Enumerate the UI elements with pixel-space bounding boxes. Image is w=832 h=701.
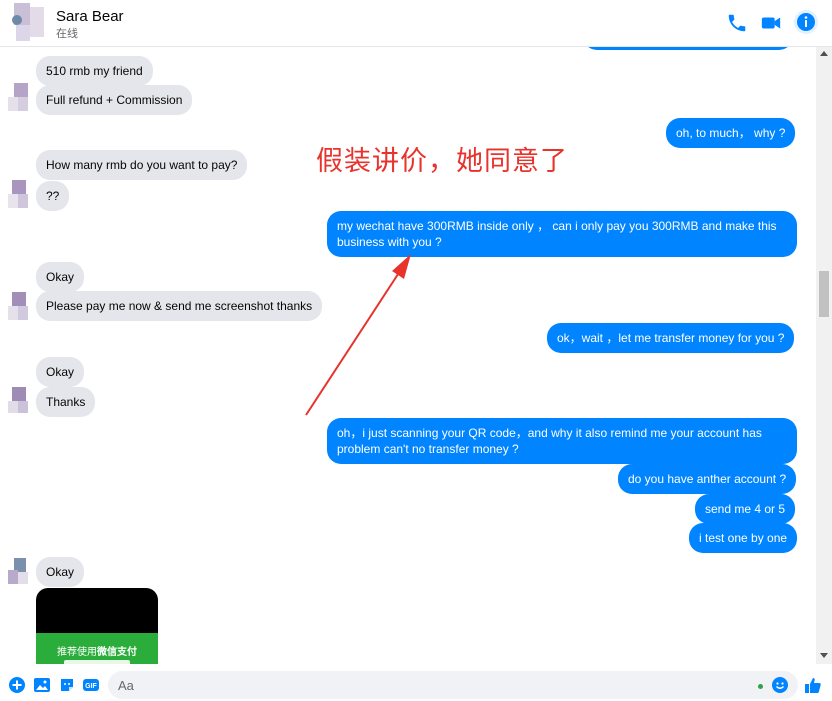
message-bubble-incoming[interactable]: Okay: [36, 262, 85, 292]
contact-status: 在线: [56, 27, 78, 40]
scroll-up-icon[interactable]: [820, 51, 828, 56]
scrollbar[interactable]: [816, 47, 832, 664]
message-input[interactable]: Aa: [108, 671, 798, 699]
avatar[interactable]: [8, 387, 30, 417]
image-attachment[interactable]: 推荐使用微信支付: [36, 588, 158, 664]
annotation-text: 假装讲价，她同意了: [316, 146, 568, 177]
message-bubble-incoming[interactable]: Okay: [36, 357, 85, 387]
image-caption: 推荐使用微信支付: [57, 647, 137, 658]
message-bubble-incoming[interactable]: ??: [36, 181, 70, 211]
message-bubble-incoming[interactable]: Full refund + Commission: [36, 85, 193, 115]
message-bubble-incoming[interactable]: Thanks: [36, 387, 96, 417]
scrollbar-thumb[interactable]: [819, 271, 829, 317]
emoji-icon[interactable]: [772, 677, 788, 693]
avatar[interactable]: [8, 180, 30, 210]
scroll-down-icon[interactable]: [820, 653, 828, 658]
svg-text:GIF: GIF: [85, 683, 97, 690]
avatar[interactable]: [8, 83, 30, 113]
conversation-header: Sara Bear 在线: [0, 0, 832, 47]
message-bubble-incoming[interactable]: Okay: [36, 557, 85, 587]
message-bubble-outgoing[interactable]: i test one by one: [689, 523, 798, 553]
phone-icon[interactable]: [726, 12, 748, 34]
avatar[interactable]: [8, 558, 30, 588]
avatar[interactable]: [8, 292, 30, 322]
message-bubble-incoming[interactable]: How many rmb do you want to pay?: [36, 150, 248, 180]
message-bubble-outgoing: [583, 47, 793, 50]
message-bubble-outgoing[interactable]: ok，wait ，let me transfer money for you ?: [547, 323, 795, 353]
video-icon[interactable]: [760, 12, 782, 34]
message-bubble-incoming[interactable]: 510 rmb my friend: [36, 56, 153, 86]
message-input-placeholder: Aa: [118, 678, 134, 693]
photo-icon[interactable]: [34, 677, 50, 693]
message-bubble-outgoing[interactable]: oh, to much， why ?: [666, 118, 796, 148]
thumbs-up-icon[interactable]: [804, 676, 822, 694]
gif-icon[interactable]: GIF: [83, 677, 99, 693]
sticker-icon[interactable]: [59, 677, 75, 693]
message-bubble-incoming[interactable]: Please pay me now & send me screenshot t…: [36, 291, 323, 321]
message-bubble-outgoing[interactable]: send me 4 or 5: [695, 494, 796, 524]
avatar[interactable]: [12, 3, 46, 41]
message-list[interactable]: 510 rmb my friend Full refund + Commissi…: [0, 47, 816, 664]
message-bubble-outgoing[interactable]: do you have anther account ?: [618, 464, 797, 494]
active-status-dot: [758, 684, 763, 689]
plus-icon[interactable]: [9, 677, 25, 693]
message-bubble-outgoing[interactable]: oh，i just scanning your QR code，and why …: [327, 418, 797, 464]
info-icon[interactable]: [794, 10, 818, 34]
message-bubble-outgoing[interactable]: my wechat have 300RMB inside only ， can …: [327, 211, 797, 257]
composer-bar: GIF Aa: [0, 664, 832, 701]
contact-name[interactable]: Sara Bear: [56, 8, 124, 25]
